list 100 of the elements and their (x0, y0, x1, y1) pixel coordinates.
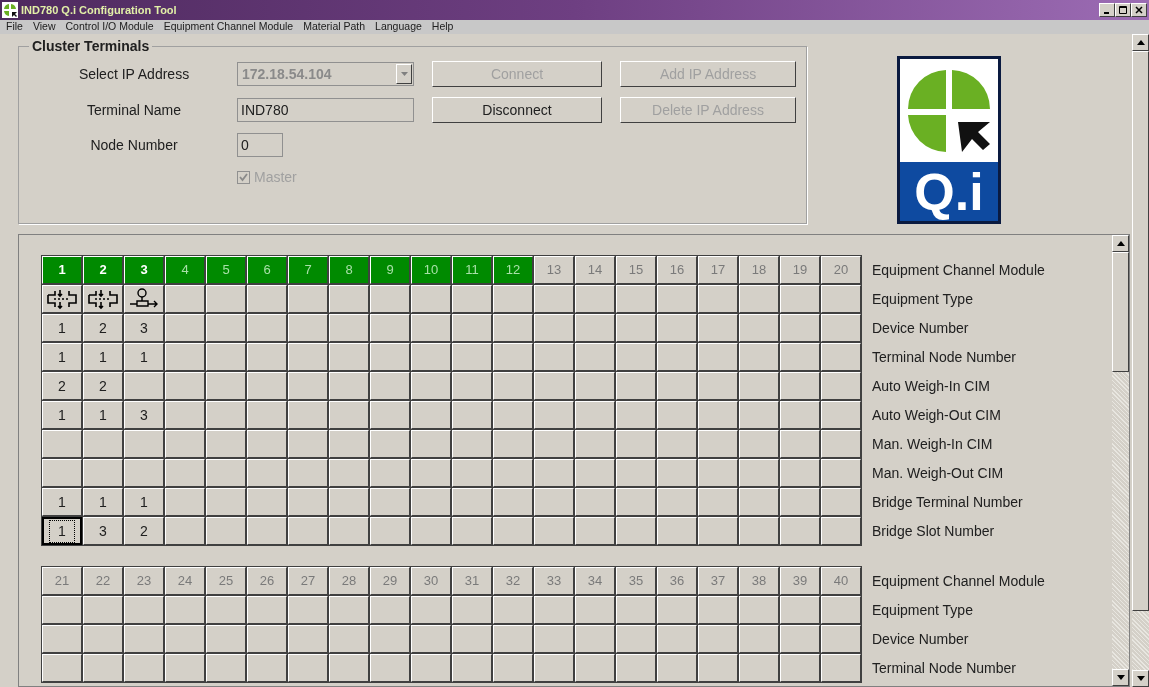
grid-cell[interactable] (739, 596, 779, 624)
grid-cell[interactable] (370, 430, 410, 458)
grid-cell[interactable] (83, 596, 123, 624)
grid-cell[interactable] (657, 343, 697, 371)
menu-item[interactable]: View (32, 19, 56, 35)
grid-cell[interactable] (780, 625, 820, 653)
grid-cell[interactable] (411, 401, 451, 429)
grid-cell[interactable] (616, 314, 656, 342)
grid-cell[interactable]: 1 (83, 488, 123, 516)
grid-cell[interactable] (616, 401, 656, 429)
grid-cell[interactable] (452, 488, 492, 516)
grid-cell[interactable] (288, 654, 328, 682)
grid-cell[interactable] (411, 625, 451, 653)
grid-cell[interactable] (206, 343, 246, 371)
grid-cell[interactable] (821, 401, 861, 429)
grid-cell[interactable] (452, 596, 492, 624)
grid-cell[interactable]: 3 (83, 517, 123, 545)
grid-cell[interactable] (493, 343, 533, 371)
grid-cell[interactable] (288, 517, 328, 545)
grid-cell[interactable] (739, 654, 779, 682)
grid-cell[interactable] (206, 596, 246, 624)
grid-cell[interactable] (42, 654, 82, 682)
grid-cell[interactable] (329, 625, 369, 653)
grid-cell[interactable] (534, 401, 574, 429)
grid-cell[interactable] (575, 430, 615, 458)
grid-cell[interactable] (616, 625, 656, 653)
grid-cell[interactable] (739, 430, 779, 458)
grid-cell[interactable] (575, 459, 615, 487)
grid-cell[interactable] (575, 625, 615, 653)
scroll-thumb[interactable] (1112, 252, 1129, 372)
grid-cell[interactable] (329, 517, 369, 545)
channel-header[interactable]: 19 (780, 256, 820, 284)
grid-cell[interactable] (821, 625, 861, 653)
grid-cell[interactable] (534, 372, 574, 400)
grid-cell[interactable] (821, 488, 861, 516)
grid-cell[interactable] (616, 372, 656, 400)
grid-cell[interactable] (329, 654, 369, 682)
channel-header[interactable]: 6 (247, 256, 287, 284)
grid-cell[interactable] (616, 343, 656, 371)
grid-cell[interactable] (411, 372, 451, 400)
grid-cell[interactable] (329, 488, 369, 516)
grid-cell[interactable] (780, 430, 820, 458)
channel-header[interactable]: 12 (493, 256, 533, 284)
grid-cell[interactable] (493, 401, 533, 429)
grid-cell[interactable] (288, 401, 328, 429)
close-button[interactable] (1131, 3, 1147, 17)
grid-cell[interactable] (124, 372, 164, 400)
grid-cell[interactable] (288, 343, 328, 371)
grid-cell[interactable] (493, 654, 533, 682)
grid-cell[interactable] (452, 285, 492, 313)
grid-cell[interactable] (288, 596, 328, 624)
grid-cell[interactable] (411, 343, 451, 371)
grid-cell[interactable] (698, 654, 738, 682)
grid-cell[interactable]: 3 (124, 314, 164, 342)
grid-cell[interactable] (821, 654, 861, 682)
channel-header[interactable]: 26 (247, 567, 287, 595)
grid-cell[interactable] (83, 430, 123, 458)
grid-cell[interactable] (657, 372, 697, 400)
channel-header[interactable]: 22 (83, 567, 123, 595)
grid-cell[interactable] (411, 596, 451, 624)
grid-cell[interactable] (821, 343, 861, 371)
grid-cell[interactable]: 1 (83, 401, 123, 429)
grid-cell[interactable] (575, 314, 615, 342)
channel-header[interactable]: 33 (534, 567, 574, 595)
grid-cell[interactable] (247, 459, 287, 487)
grid-cell[interactable] (370, 596, 410, 624)
grid-cell[interactable] (124, 596, 164, 624)
grid-cell[interactable] (698, 372, 738, 400)
grid-cell[interactable]: 2 (124, 517, 164, 545)
grid-cell[interactable]: 1 (42, 343, 82, 371)
grid-cell[interactable] (83, 625, 123, 653)
grid-cell[interactable] (83, 459, 123, 487)
grid-cell[interactable] (698, 314, 738, 342)
menu-item[interactable]: Equipment Channel Module (163, 19, 294, 35)
grid-cell[interactable] (534, 596, 574, 624)
channel-header[interactable]: 30 (411, 567, 451, 595)
grid-cell[interactable] (452, 343, 492, 371)
grid-cell[interactable] (329, 401, 369, 429)
channel-header[interactable]: 37 (698, 567, 738, 595)
channel-header[interactable]: 18 (739, 256, 779, 284)
channel-header[interactable]: 35 (616, 567, 656, 595)
grid-cell[interactable] (698, 625, 738, 653)
grid-cell[interactable] (124, 654, 164, 682)
grid-cell[interactable]: 1 (124, 488, 164, 516)
grid-cell[interactable] (534, 459, 574, 487)
grid-cell[interactable] (739, 314, 779, 342)
grid-cell[interactable] (206, 488, 246, 516)
grid-cell[interactable] (411, 517, 451, 545)
grid-cell[interactable] (575, 343, 615, 371)
grid-cell[interactable] (42, 625, 82, 653)
grid-cell[interactable] (493, 517, 533, 545)
grid-cell[interactable] (575, 596, 615, 624)
grid-cell[interactable]: 3 (124, 401, 164, 429)
grid-cell[interactable] (206, 654, 246, 682)
channel-header[interactable]: 25 (206, 567, 246, 595)
menu-item[interactable]: Material Path (303, 19, 366, 35)
grid-cell[interactable] (247, 430, 287, 458)
grid-cell[interactable] (165, 401, 205, 429)
channel-header[interactable]: 9 (370, 256, 410, 284)
channel-header[interactable]: 21 (42, 567, 82, 595)
